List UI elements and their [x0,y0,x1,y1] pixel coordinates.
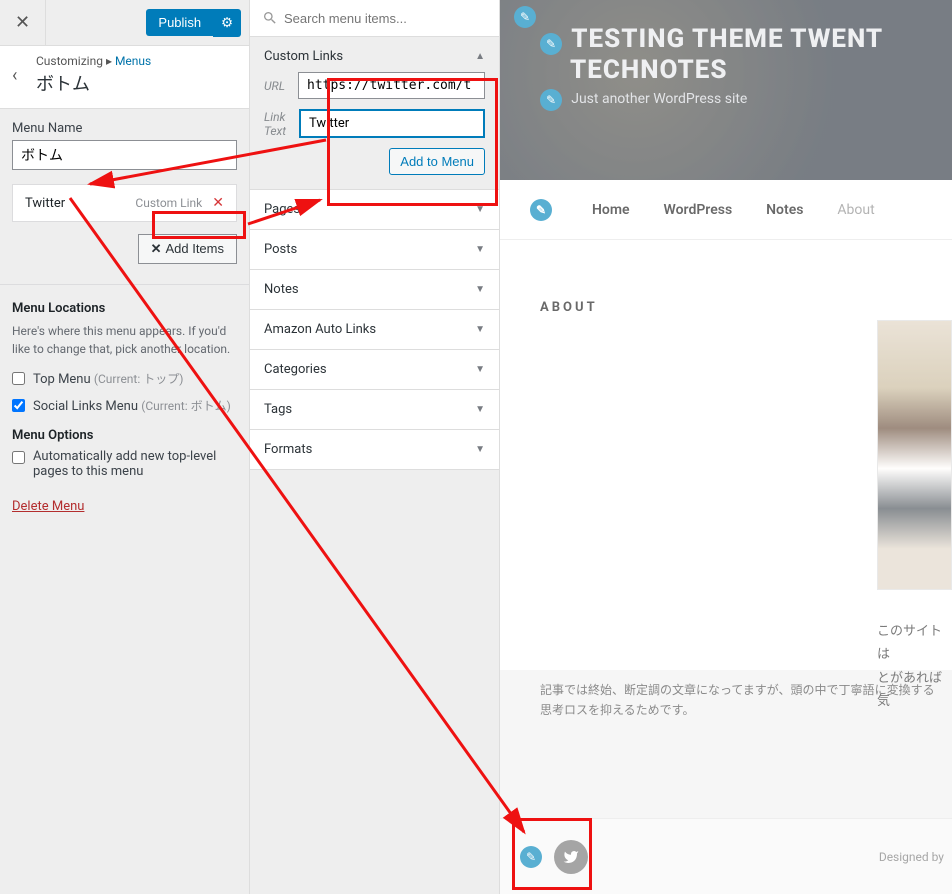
about-text-line: このサイトは [877,620,952,667]
add-items-label: Add Items [165,241,224,256]
menu-item-title: Twitter [25,196,135,211]
option-auto-add[interactable]: Automatically add new top-level pages to… [12,449,237,479]
primary-nav: ✎ Home WordPress Notes About [500,180,952,240]
accordion-label: Pages [264,202,475,217]
menu-item-type: Custom Link [135,196,202,210]
edit-shortcut-icon[interactable]: ✎ [540,33,562,55]
accordion-tags[interactable]: Tags▼ [250,390,499,430]
linktext-field-label: Link Text [264,110,299,138]
twitter-icon [563,849,579,865]
nav-wordpress[interactable]: WordPress [664,202,733,218]
location-top-menu[interactable]: Top Menu (Current: トップ) [12,370,237,387]
location-social-hint: (Current: ボトム) [141,399,231,413]
location-social-menu[interactable]: Social Links Menu (Current: ボトム) [12,397,237,414]
accordion-posts[interactable]: Posts▼ [250,230,499,270]
menu-locations-heading: Menu Locations [12,301,237,316]
items-search-row [250,0,499,37]
back-button[interactable]: ‹ [12,65,36,86]
about-heading: ABOUT [540,300,952,315]
site-tagline: Just another WordPress site [571,91,747,107]
social-footer: ✎ Designed by [500,818,952,894]
accordion-pages[interactable]: Pages▼ [250,190,499,230]
remove-icon[interactable]: ✕ [212,195,224,211]
close-icon: ✕ [151,241,162,256]
section-title: ボトム [36,70,151,96]
edit-shortcut-icon[interactable]: ✎ [540,89,562,111]
edit-shortcut-icon[interactable]: ✎ [530,199,552,221]
location-top-hint: (Current: トップ) [94,372,184,386]
breadcrumb-parent-link[interactable]: Menus [115,54,151,68]
gear-icon: ⚙ [221,15,233,30]
location-top-checkbox[interactable] [12,372,25,385]
accordion-label: Formats [264,442,475,457]
social-twitter-link[interactable] [554,840,588,874]
chevron-down-icon: ▼ [475,404,485,415]
breadcrumb: Customizing ▸ Menus [36,54,151,68]
chevron-down-icon: ▼ [475,364,485,375]
about-image [877,320,952,590]
footer-paragraph: 記事では終始、断定調の文章になってますが、頭の中で丁寧語に変換する思考ロスを抑え… [540,680,940,721]
accordion-categories[interactable]: Categories▼ [250,350,499,390]
menu-name-label: Menu Name [12,121,237,136]
close-button[interactable]: ✕ [0,0,46,46]
location-top-label: Top Menu [33,372,91,387]
add-to-menu-button[interactable]: Add to Menu [389,148,485,175]
menu-name-input[interactable] [12,140,237,170]
accordion: Custom Links ▲ URL Link Text Add to Menu… [250,37,499,470]
accordion-custom-links-label: Custom Links [264,49,475,64]
custom-link-url-input[interactable] [298,72,485,99]
accordion-label: Amazon Auto Links [264,322,475,337]
accordion-label: Categories [264,362,475,377]
option-auto-add-label: Automatically add new top-level pages to… [33,449,237,479]
available-items-panel: Custom Links ▲ URL Link Text Add to Menu… [250,0,500,894]
option-auto-add-checkbox[interactable] [12,451,25,464]
section-heading-row: ‹ Customizing ▸ Menus ボトム [0,46,249,109]
accordion-label: Tags [264,402,475,417]
chevron-down-icon: ▼ [475,324,485,335]
chevron-down-icon: ▼ [475,284,485,295]
customizer-header: ✕ Publish ⚙ [0,0,249,46]
location-social-label: Social Links Menu [33,399,138,414]
nav-notes[interactable]: Notes [766,202,803,218]
search-icon [262,10,278,26]
accordion-label: Posts [264,242,475,257]
nav-about[interactable]: About [837,202,874,218]
menu-locations-desc: Here's where this menu appears. If you'd… [12,322,237,358]
accordion-notes[interactable]: Notes▼ [250,270,499,310]
accordion-amazon-auto-links[interactable]: Amazon Auto Links▼ [250,310,499,350]
add-items-button[interactable]: ✕Add Items [138,234,237,264]
accordion-formats[interactable]: Formats▼ [250,430,499,470]
edit-shortcut-icon[interactable]: ✎ [520,846,542,868]
customizer-pane: ✕ Publish ⚙ ‹ Customizing ▸ Menus ボトム Me… [0,0,250,894]
accordion-custom-links[interactable]: Custom Links ▲ [250,37,499,72]
custom-links-body: URL Link Text Add to Menu [250,72,499,190]
nav-home[interactable]: Home [592,202,630,218]
chevron-up-icon: ▲ [475,51,485,62]
url-field-label: URL [264,79,298,93]
chevron-down-icon: ▼ [475,444,485,455]
site-preview: ✎ ✎ TESTING THEME TWENT TECHNOTES ✎ Just… [500,0,952,894]
breadcrumb-sep: ▸ [106,54,112,68]
delete-menu-link[interactable]: Delete Menu [12,499,84,514]
customizer-body: Menu Name Twitter Custom Link ✕ ✕Add Ite… [0,109,249,894]
edit-shortcut-icon[interactable]: ✎ [514,6,536,28]
menu-item-twitter[interactable]: Twitter Custom Link ✕ [12,184,237,222]
chevron-down-icon: ▼ [475,244,485,255]
location-social-checkbox[interactable] [12,399,25,412]
site-title: TESTING THEME TWENT [571,24,883,54]
items-search-input[interactable] [284,11,487,26]
publish-settings-button[interactable]: ⚙ [213,9,241,37]
publish-button[interactable]: Publish [146,9,213,36]
hero: ✎ ✎ TESTING THEME TWENT TECHNOTES ✎ Just… [500,0,952,180]
custom-link-text-input[interactable] [299,109,485,138]
chevron-down-icon: ▼ [475,204,485,215]
designed-by: Designed by [879,850,944,864]
site-title-line2: TECHNOTES [570,55,952,85]
accordion-label: Notes [264,282,475,297]
breadcrumb-prefix: Customizing [36,54,103,68]
menu-options-heading: Menu Options [12,428,237,443]
